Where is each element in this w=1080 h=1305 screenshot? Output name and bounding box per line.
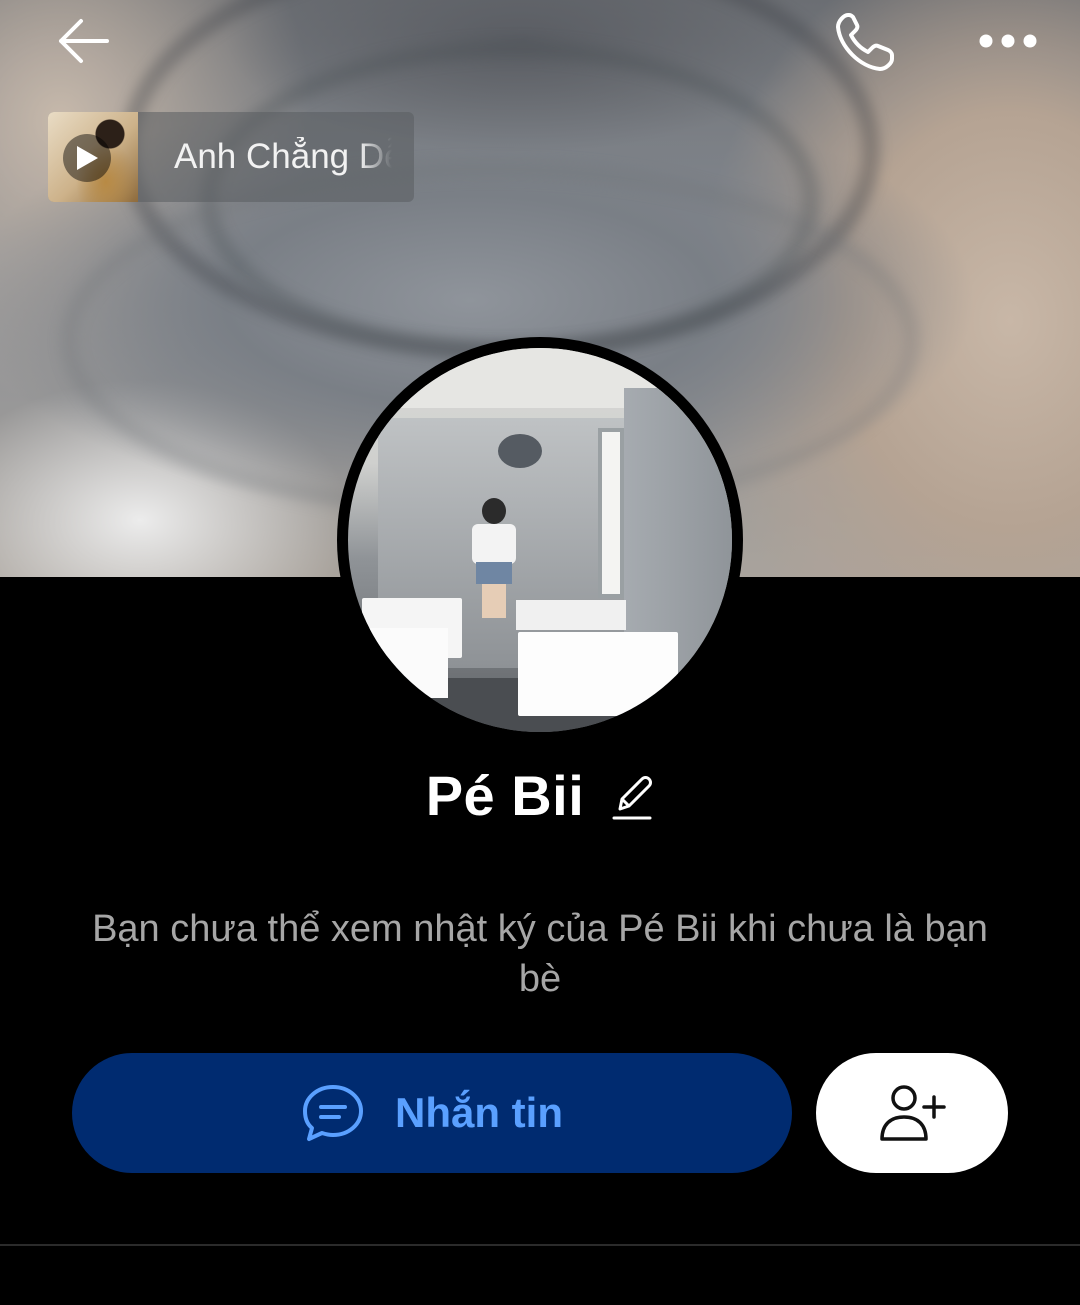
play-icon (77, 146, 98, 170)
avatar[interactable] (337, 337, 743, 743)
add-friend-button[interactable] (816, 1053, 1008, 1173)
section-divider (0, 1244, 1080, 1246)
profile-screen: Anh Chẳng Dễ Pé Bii Bạn chưa thể xem nhậ… (0, 0, 1080, 1305)
message-button[interactable]: Nhắn tin (72, 1053, 792, 1173)
diary-restriction-notice: Bạn chưa thể xem nhật ký của Pé Bii khi … (92, 908, 988, 1000)
message-button-label: Nhắn tin (395, 1089, 563, 1136)
more-button[interactable] (972, 18, 1044, 64)
add-friend-icon (880, 1085, 946, 1141)
play-button[interactable] (63, 134, 111, 182)
arrow-left-icon (59, 19, 109, 63)
call-button[interactable] (828, 8, 902, 74)
edit-name-button[interactable] (610, 771, 654, 823)
phone-icon (836, 13, 894, 71)
music-title: Anh Chẳng Dễ (174, 137, 392, 176)
profile-music-chip[interactable]: Anh Chẳng Dễ (48, 112, 414, 202)
chat-bubble-icon (303, 1085, 363, 1141)
avatar-photo (348, 348, 732, 732)
top-bar (0, 0, 1080, 82)
music-thumbnail (48, 112, 138, 202)
profile-name: Pé Bii (425, 763, 585, 827)
profile-name-row: Pé Bii (0, 760, 1080, 830)
pencil-icon (612, 776, 653, 820)
more-horizontal-icon (979, 34, 1037, 48)
back-button[interactable] (50, 12, 116, 70)
